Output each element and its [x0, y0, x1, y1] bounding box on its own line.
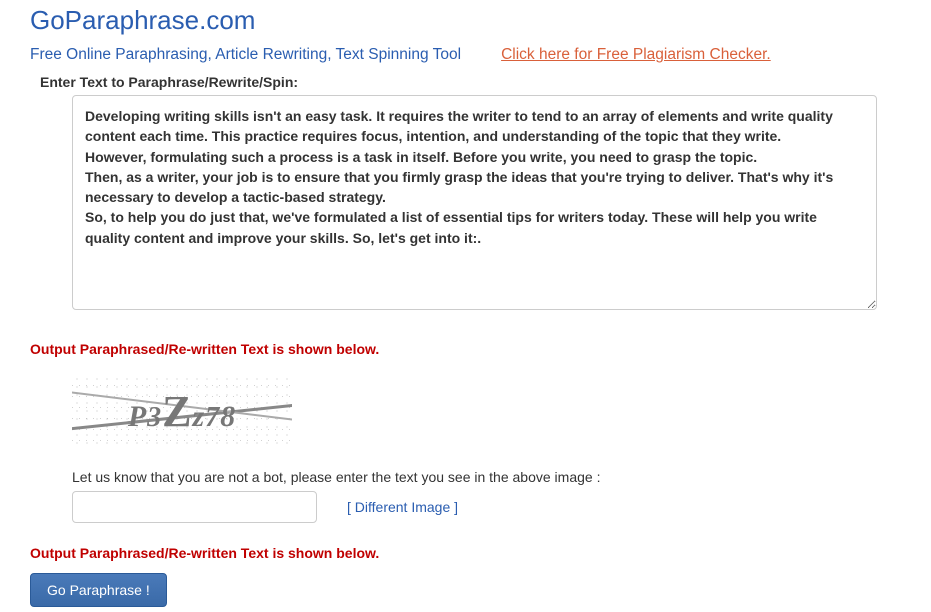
captcha-input-row: [ Different Image ]	[72, 491, 901, 523]
subheader-row: Free Online Paraphrasing, Article Rewrit…	[30, 46, 901, 64]
input-label: Enter Text to Paraphrase/Rewrite/Spin:	[40, 74, 901, 90]
output-heading-1: Output Paraphrased/Re-written Text is sh…	[30, 341, 901, 357]
captcha-section: P3Zz78 Let us know that you are not a bo…	[72, 375, 901, 523]
different-image-link[interactable]: [ Different Image ]	[347, 499, 458, 515]
site-title: GoParaphrase.com	[30, 5, 901, 36]
captcha-input[interactable]	[72, 491, 317, 523]
captcha-image: P3Zz78	[72, 375, 292, 447]
go-paraphrase-button[interactable]: Go Paraphrase !	[30, 573, 167, 607]
captcha-instruction: Let us know that you are not a bot, plea…	[72, 469, 901, 485]
output-heading-2: Output Paraphrased/Re-written Text is sh…	[30, 545, 901, 561]
paraphrase-input-textarea[interactable]: Developing writing skills isn't an easy …	[72, 95, 877, 310]
captcha-text: P3Zz78	[128, 386, 236, 437]
subtitle: Free Online Paraphrasing, Article Rewrit…	[30, 46, 461, 64]
plagiarism-checker-link[interactable]: Click here for Free Plagiarism Checker.	[501, 46, 771, 64]
